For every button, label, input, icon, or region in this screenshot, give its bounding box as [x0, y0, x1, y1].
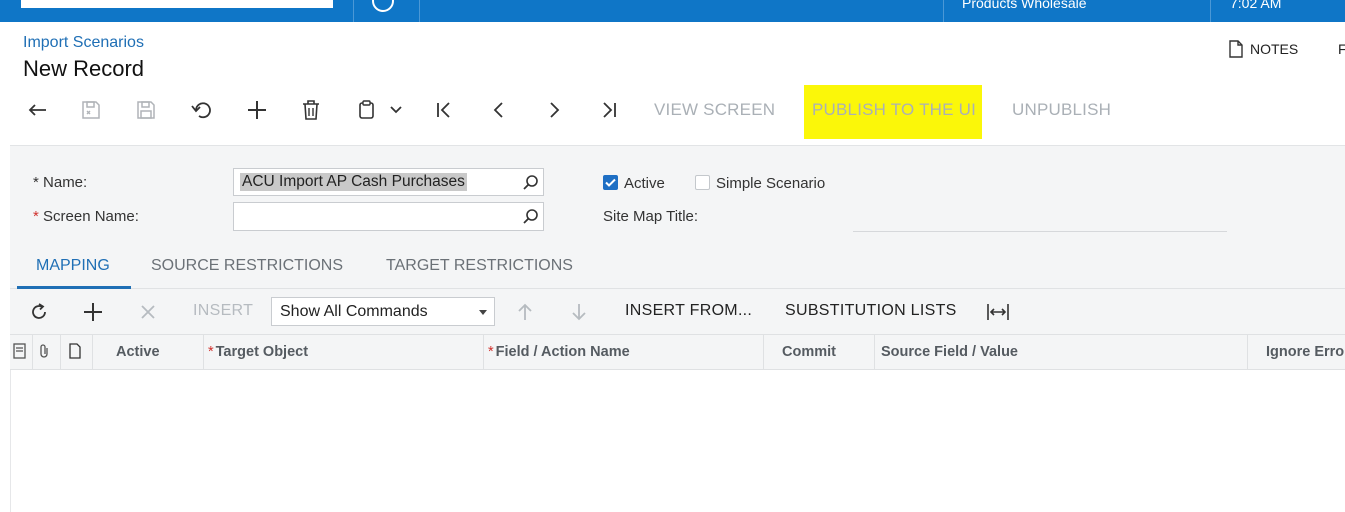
column-header-target-object[interactable]: * Target Object	[208, 344, 308, 360]
active-checkbox[interactable]	[603, 175, 618, 190]
view-screen-button[interactable]: VIEW SCREEN	[654, 100, 775, 120]
name-label: * Name:	[33, 174, 87, 191]
column-divider	[203, 335, 204, 370]
column-header-field-action-name-text: Field / Action Name	[495, 344, 630, 360]
fit-columns-icon[interactable]	[986, 300, 1010, 324]
required-marker: *	[33, 174, 39, 191]
search-icon[interactable]	[522, 208, 539, 230]
move-up-icon[interactable]	[513, 300, 537, 324]
screen-name-field[interactable]	[233, 202, 544, 231]
refresh-icon[interactable]	[27, 300, 51, 324]
site-map-title-label: Site Map Title:	[603, 208, 699, 225]
divider	[943, 0, 944, 22]
delete-row-icon[interactable]	[136, 300, 160, 324]
column-divider	[92, 335, 93, 370]
breadcrumb[interactable]: Import Scenarios	[23, 34, 144, 52]
note-icon	[68, 343, 82, 364]
page-title: New Record	[23, 56, 145, 81]
move-down-icon[interactable]	[567, 300, 591, 324]
last-record-icon[interactable]	[596, 97, 622, 123]
undo-icon[interactable]	[188, 97, 214, 123]
screen-name-label-text: Screen Name:	[43, 208, 139, 225]
insert-from-button[interactable]: INSERT FROM...	[625, 302, 752, 320]
column-header-target-object-text: Target Object	[215, 344, 309, 360]
column-header-ignore-error[interactable]: Ignore Erro	[1266, 344, 1344, 360]
delete-icon[interactable]	[298, 97, 324, 123]
tab-target-restrictions[interactable]: TARGET RESTRICTIONS	[386, 257, 573, 275]
required-marker: *	[488, 344, 494, 360]
column-divider	[60, 335, 61, 370]
tab-mapping[interactable]: MAPPING	[36, 257, 110, 275]
save-close-icon[interactable]	[78, 97, 104, 123]
dropdown-caret-icon	[479, 310, 487, 315]
back-arrow-icon[interactable]	[24, 97, 50, 123]
column-header-commit[interactable]: Commit	[782, 344, 836, 360]
previous-record-icon[interactable]	[486, 97, 512, 123]
simple-scenario-label: Simple Scenario	[716, 175, 826, 192]
row-status-icon	[13, 343, 26, 364]
command-filter-select[interactable]: Show All Commands	[271, 297, 495, 326]
column-header-field-action-name[interactable]: * Field / Action Name	[488, 344, 630, 360]
save-icon[interactable]	[133, 97, 159, 123]
column-divider	[483, 335, 484, 370]
column-divider	[874, 335, 875, 370]
grid-body	[10, 370, 1345, 512]
publish-to-ui-button[interactable]: PUBLISH TO THE UI	[812, 100, 976, 120]
global-search-input[interactable]	[21, 0, 333, 8]
site-map-title-field[interactable]	[853, 231, 1227, 232]
notes-label: NOTES	[1250, 41, 1299, 57]
clipboard-icon[interactable]	[354, 97, 380, 123]
required-marker: *	[208, 344, 214, 360]
attachment-icon	[38, 343, 50, 364]
top-navigation-bar: Products Wholesale 7:02 AM	[0, 0, 1345, 22]
company-selector[interactable]: Products Wholesale	[962, 0, 1087, 11]
insert-button[interactable]: INSERT	[193, 302, 253, 320]
active-label: Active	[624, 175, 665, 192]
simple-scenario-checkbox[interactable]	[695, 175, 710, 190]
required-marker: *	[33, 208, 39, 225]
screen-name-label: * Screen Name:	[33, 208, 139, 225]
name-value: ACU Import AP Cash Purchases	[240, 173, 467, 191]
column-header-active[interactable]: Active	[116, 344, 160, 360]
name-field[interactable]: ACU Import AP Cash Purchases	[233, 168, 544, 196]
add-row-icon[interactable]	[81, 300, 105, 324]
divider	[353, 0, 354, 22]
divider	[1210, 0, 1211, 22]
name-label-text: Name:	[43, 174, 88, 191]
add-icon[interactable]	[244, 97, 270, 123]
unpublish-button[interactable]: UNPUBLISH	[1012, 100, 1111, 120]
chevron-down-icon[interactable]	[383, 97, 409, 123]
history-icon[interactable]	[372, 0, 394, 12]
substitution-lists-button[interactable]: SUBSTITUTION LISTS	[785, 302, 957, 320]
first-record-icon[interactable]	[431, 97, 457, 123]
command-filter-value: Show All Commands	[280, 303, 428, 320]
divider	[419, 0, 420, 22]
column-header-source-field-value[interactable]: Source Field / Value	[881, 344, 1018, 360]
column-divider	[1247, 335, 1248, 370]
column-divider	[763, 335, 764, 370]
column-divider	[32, 335, 33, 370]
tab-source-restrictions[interactable]: SOURCE RESTRICTIONS	[151, 257, 343, 275]
current-time: 7:02 AM	[1230, 0, 1282, 11]
next-record-icon[interactable]	[541, 97, 567, 123]
search-icon[interactable]	[522, 174, 539, 196]
checkmark-icon	[605, 178, 616, 187]
files-button[interactable]: F	[1338, 41, 1345, 57]
document-icon	[1228, 40, 1244, 58]
notes-button[interactable]: NOTES	[1228, 40, 1298, 58]
